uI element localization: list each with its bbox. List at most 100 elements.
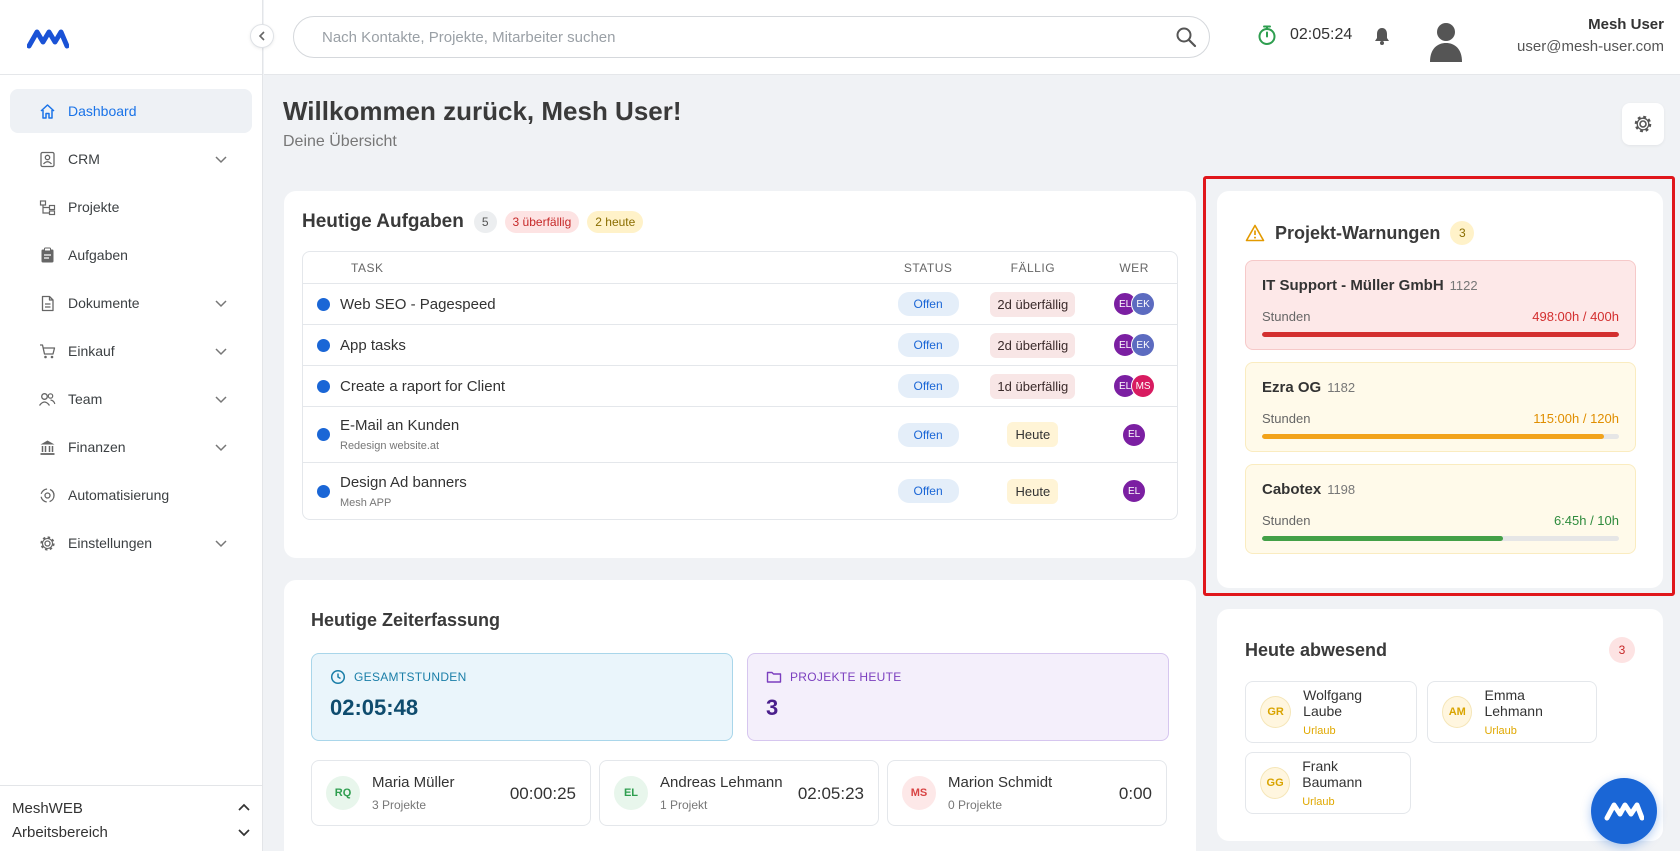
task-text: App tasks — [340, 337, 406, 354]
absent-person-info: Frank Baumann Urlaub — [1302, 758, 1396, 808]
sidebar-item-einkauf[interactable]: Einkauf — [10, 329, 252, 373]
sidebar-item-automatisierung[interactable]: Automatisierung — [10, 473, 252, 517]
absent-count-badge: 3 — [1609, 637, 1635, 663]
task-name[interactable]: Design Ad banners — [340, 474, 467, 491]
employee-time-entry[interactable]: EL Andreas Lehmann 1 Projekt 02:05:23 — [599, 760, 879, 826]
sidebar-item-projekte[interactable]: Projekte — [10, 185, 252, 229]
total-hours-box: GESAMTSTUNDEN 02:05:48 — [311, 653, 733, 741]
due-cell: 2d überfällig — [974, 332, 1091, 358]
task-cell: E-Mail an Kunden Redesign website.at — [303, 417, 882, 452]
avatar: EL — [614, 776, 648, 810]
sidebar-item-finanzen[interactable]: Finanzen — [10, 425, 252, 469]
logo-area — [0, 0, 274, 75]
status-badge[interactable]: Offen — [897, 333, 959, 357]
status-badge[interactable]: Offen — [897, 292, 959, 316]
sidebar-item-team[interactable]: Team — [10, 377, 252, 421]
employee-name: Maria Müller — [372, 774, 455, 791]
total-hours-label: GESAMTSTUNDEN — [354, 670, 467, 684]
bell-icon[interactable] — [1372, 26, 1392, 46]
table-row[interactable]: E-Mail an Kunden Redesign website.at Offen… — [303, 407, 1177, 463]
gear-icon — [1634, 115, 1652, 133]
chevron-left-icon — [258, 31, 265, 41]
avatar[interactable]: EL — [1122, 479, 1147, 503]
chevron-down-icon[interactable] — [214, 536, 228, 550]
workspace-name-row[interactable]: MeshWEB — [12, 796, 251, 820]
sidebar-item-label: Dashboard — [68, 103, 137, 119]
sidebar-item-label: Aufgaben — [68, 247, 128, 263]
page-title: Willkommen zurück, Mesh User! — [283, 96, 682, 126]
highlight-frame — [1203, 176, 1675, 596]
sidebar-item-einstellungen[interactable]: Einstellungen — [10, 521, 252, 565]
task-name[interactable]: App tasks — [340, 337, 406, 354]
employee-time-entry[interactable]: MS Marion Schmidt 0 Projekte 0:00 — [887, 760, 1167, 826]
time-tracker[interactable]: 02:05:24 — [1256, 24, 1352, 46]
user-avatar-icon[interactable] — [1426, 18, 1466, 62]
table-row[interactable]: Web SEO - Pagespeed Offen 2d überfällig EL E… — [303, 284, 1177, 325]
workspace-switcher[interactable]: MeshWEB Arbeitsbereich — [0, 785, 263, 851]
workspace-label-row[interactable]: Arbeitsbereich — [12, 820, 251, 844]
table-row[interactable]: App tasks Offen 2d überfällig EL EK — [303, 325, 1177, 366]
task-name[interactable]: Web SEO - Pagespeed — [340, 296, 496, 313]
overdue-badge[interactable]: 3 überfällig — [504, 211, 580, 233]
sidebar-item-label: Automatisierung — [68, 487, 170, 503]
sidebar-item-dokumente[interactable]: Dokumente — [10, 281, 252, 325]
sidebar: Dashboard CRM Projekte Aufgaben Dokument… — [0, 0, 274, 851]
avatar[interactable]: EK — [1131, 292, 1156, 316]
avatar: AM — [1442, 696, 1473, 728]
mesh-assistant-button[interactable] — [1591, 778, 1657, 844]
due-badge: Heute — [1007, 422, 1059, 447]
absence-type: Urlaub — [1302, 796, 1335, 808]
status-badge[interactable]: Offen — [897, 374, 959, 398]
today-badge[interactable]: 2 heute — [587, 211, 644, 233]
avatar[interactable]: EL — [1122, 422, 1147, 447]
task-name[interactable]: Create a raport for Client — [340, 378, 505, 395]
search-input[interactable] — [322, 28, 1142, 46]
status-badge[interactable]: Offen — [897, 422, 959, 447]
search-box[interactable] — [293, 16, 1210, 58]
sidebar-item-label: Einstellungen — [68, 535, 153, 551]
employee-info: Maria Müller 3 Projekte — [372, 774, 455, 812]
column-header-due: FÄLLIG — [1010, 260, 1056, 275]
chevron-down-icon[interactable] — [214, 344, 228, 358]
avatar[interactable]: EK — [1131, 333, 1156, 357]
absent-person[interactable]: GG Frank Baumann Urlaub — [1245, 752, 1411, 814]
user-name: Mesh User — [1588, 16, 1664, 33]
tasks-table-body: Web SEO - Pagespeed Offen 2d überfällig EL E… — [303, 284, 1177, 519]
avatar: RQ — [326, 776, 360, 810]
absent-person[interactable]: AM Emma Lehmann Urlaub — [1427, 681, 1597, 743]
chevron-down-icon[interactable] — [214, 152, 228, 166]
folder-icon — [766, 671, 782, 683]
table-row[interactable]: Create a raport for Client Offen 1d überfä… — [303, 366, 1177, 407]
chevron-down-icon[interactable] — [214, 392, 228, 406]
employee-name: Marion Schmidt — [948, 774, 1053, 791]
status-cell: Offen — [882, 292, 975, 316]
sidebar-item-aufgaben[interactable]: Aufgaben — [10, 233, 252, 277]
task-name[interactable]: E-Mail an Kunden — [340, 417, 459, 434]
search-icon[interactable] — [1175, 26, 1197, 48]
column-header-status: STATUS — [903, 260, 953, 275]
sidebar-item-dashboard[interactable]: Dashboard — [10, 89, 252, 133]
chevron-up-icon[interactable] — [237, 801, 251, 815]
tasks-header: Heutige Aufgaben 5 3 überfällig 2 heute — [302, 211, 651, 233]
absent-person-info: Wolfgang Laube Urlaub — [1303, 687, 1402, 737]
sidebar-item-crm[interactable]: CRM — [10, 137, 252, 181]
employee-time-entry[interactable]: RQ Maria Müller 3 Projekte 00:00:25 — [311, 760, 591, 826]
mesh-logo-icon[interactable] — [27, 26, 69, 50]
chevron-down-icon[interactable] — [214, 440, 228, 454]
sidebar-item-label: Team — [68, 391, 103, 407]
status-badge[interactable]: Offen — [897, 479, 959, 503]
sidebar-collapse-button[interactable] — [250, 24, 274, 48]
avatar: GR — [1260, 696, 1292, 728]
assignee-cell: EL EK — [1091, 292, 1177, 316]
avatar[interactable]: MS — [1131, 374, 1156, 398]
tasks-table-header: TASK STATUS FÄLLIG WER — [303, 252, 1177, 284]
sidebar-nav: Dashboard CRM Projekte Aufgaben Dokument… — [0, 75, 262, 565]
absent-person[interactable]: GR Wolfgang Laube Urlaub — [1245, 681, 1417, 743]
table-row[interactable]: Design Ad banners Mesh APP Offen Heute EL — [303, 463, 1177, 519]
dashboard-settings-button[interactable] — [1622, 103, 1664, 145]
sidebar-item-label: Projekte — [68, 199, 120, 215]
chevron-down-icon[interactable] — [237, 825, 251, 839]
chevron-down-icon[interactable] — [214, 296, 228, 310]
user-info[interactable]: Mesh User user@mesh-user.com — [1484, 16, 1664, 55]
employee-time-list: RQ Maria Müller 3 Projekte 00:00:25 EL Andrea… — [311, 760, 1175, 826]
